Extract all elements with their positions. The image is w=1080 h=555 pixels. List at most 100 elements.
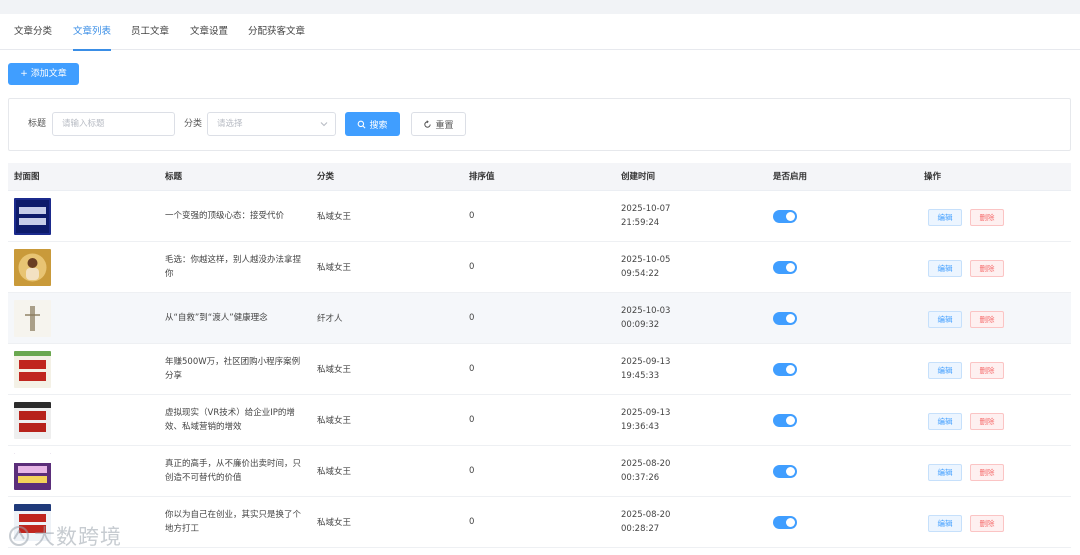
edit-button[interactable]: 编辑 [928,362,962,379]
column-category: 分类 [317,172,335,182]
row-category: 私域女王 [317,212,352,222]
row-category: 私域女王 [317,263,352,273]
row-created-time: 2025-10-03 00:09:32 [621,293,670,343]
chevron-down-icon [320,122,328,127]
row-created-time: 2025-09-13 19:36:43 [621,395,670,445]
enabled-toggle[interactable] [773,261,797,274]
cover-image [14,300,51,337]
add-article-button[interactable]: + 添加文章 [8,63,79,85]
watermark-text: 大数跨境 [34,525,122,549]
row-title: 一个变强的顶级心态：接受代价 [165,211,285,221]
edit-button[interactable]: 编辑 [928,464,962,481]
search-button[interactable]: 搜索 [345,112,400,136]
row-title: 从“自救”到“渡人”健康理念 [165,313,268,323]
search-icon [358,120,366,128]
row-created-time: 2025-10-07 21:59:24 [621,191,670,241]
edit-button[interactable]: 编辑 [928,311,962,328]
delete-button[interactable]: 删除 [970,362,1004,379]
row-category: 私域女王 [317,365,352,375]
row-time: 19:45:33 [621,371,660,381]
row-title: 年赚500W万，社区团购小程序案例分享 [165,357,301,381]
toggle-knob [786,212,795,221]
edit-button[interactable]: 编辑 [928,209,962,226]
edit-button[interactable]: 编辑 [928,413,962,430]
column-title: 标题 [165,172,183,182]
toggle-knob [786,416,795,425]
enabled-toggle[interactable] [773,516,797,529]
tab-article-category[interactable]: 文章分类 [14,14,52,50]
row-sort-value: 0 [469,517,475,527]
row-sort-value: 0 [469,466,475,476]
row-category: 私域女王 [317,416,352,426]
delete-button[interactable]: 删除 [970,311,1004,328]
enabled-toggle[interactable] [773,465,797,478]
row-title: 虚拟现实（VR技术）给企业IP的增效、私域营销的增效 [165,408,295,432]
title-filter-label: 标题 [28,119,47,129]
row-date: 2025-10-05 [621,255,671,265]
column-enabled: 是否启用 [773,172,808,182]
row-date: 2025-09-13 [621,357,671,367]
column-cover: 封面图 [14,172,40,182]
reset-button-label: 重置 [435,120,454,131]
category-select[interactable]: 请选择 [207,112,336,136]
row-time: 00:37:26 [621,473,660,483]
edit-button[interactable]: 编辑 [928,260,962,277]
row-title: 真正的高手，从不廉价出卖时间，只创造不可替代的价值 [165,459,302,483]
enabled-toggle[interactable] [773,363,797,376]
row-date: 2025-08-20 [621,510,671,520]
row-sort-value: 0 [469,211,475,221]
enabled-toggle[interactable] [773,210,797,223]
column-created-time: 创建时间 [621,172,656,182]
watermark: 大数跨境 [8,522,122,550]
row-category: 纤才人 [317,314,343,324]
row-created-time: 2025-08-20 00:37:26 [621,446,670,496]
row-title: 你以为自己在创业，其实只是换了个地方打工 [165,510,302,534]
watermark-logo-icon [9,526,29,546]
row-date: 2025-10-07 [621,204,671,214]
filter-panel: 标题 分类 请选择 搜索 重置 [8,98,1071,151]
cover-image [14,249,51,286]
top-strip [0,0,1080,14]
row-time: 00:28:27 [621,524,660,534]
toggle-knob [786,467,795,476]
title-search-input[interactable] [52,112,175,136]
enabled-toggle[interactable] [773,414,797,427]
tab-article-settings[interactable]: 文章设置 [190,14,228,50]
table-row: 虚拟现实（VR技术）给企业IP的增效、私域营销的增效 私域女王 0 2025-0… [8,395,1071,446]
row-created-time: 2025-10-05 09:54:22 [621,242,670,292]
row-date: 2025-08-20 [621,459,671,469]
tab-assign-articles[interactable]: 分配获客文章 [248,14,305,50]
table-row: 毛选：你越这样，别人越没办法拿捏你 私域女王 0 2025-10-05 09:54… [8,242,1071,293]
cover-image [14,198,51,235]
delete-button[interactable]: 删除 [970,464,1004,481]
search-button-label: 搜索 [369,120,388,131]
table-row: 从“自救”到“渡人”健康理念 纤才人 0 2025-10-03 00:09:32 … [8,293,1071,344]
reset-button[interactable]: 重置 [411,112,466,136]
row-created-time: 2025-09-13 19:45:33 [621,344,670,394]
row-date: 2025-10-03 [621,306,671,316]
delete-button[interactable]: 删除 [970,413,1004,430]
row-time: 09:54:22 [621,269,660,279]
tab-employee-articles[interactable]: 员工文章 [131,14,169,50]
enabled-toggle[interactable] [773,312,797,325]
cover-image [14,351,51,388]
tab-article-list[interactable]: 文章列表 [73,14,112,51]
row-time: 19:36:43 [621,422,660,432]
cover-image [14,453,51,490]
table-row: 年赚500W万，社区团购小程序案例分享 私域女王 0 2025-09-13 19:… [8,344,1071,395]
delete-button[interactable]: 删除 [970,515,1004,532]
row-date: 2025-09-13 [621,408,671,418]
edit-button[interactable]: 编辑 [928,515,962,532]
article-page: 文章分类 文章列表 员工文章 文章设置 分配获客文章 + 添加文章 标题 分类 … [0,14,1080,555]
delete-button[interactable]: 删除 [970,260,1004,277]
row-title: 毛选：你越这样，别人越没办法拿捏你 [165,255,302,279]
row-category: 私域女王 [317,518,352,528]
row-created-time: 2025-08-20 00:28:27 [621,497,670,547]
category-select-placeholder: 请选择 [217,119,243,129]
delete-button[interactable]: 删除 [970,209,1004,226]
table-row: 你以为自己在创业，其实只是换了个地方打工 私域女王 0 2025-08-20 00… [8,497,1071,548]
toggle-knob [786,365,795,374]
column-actions: 操作 [924,172,942,182]
column-sort: 排序值 [469,172,495,182]
category-filter-label: 分类 [184,119,203,129]
